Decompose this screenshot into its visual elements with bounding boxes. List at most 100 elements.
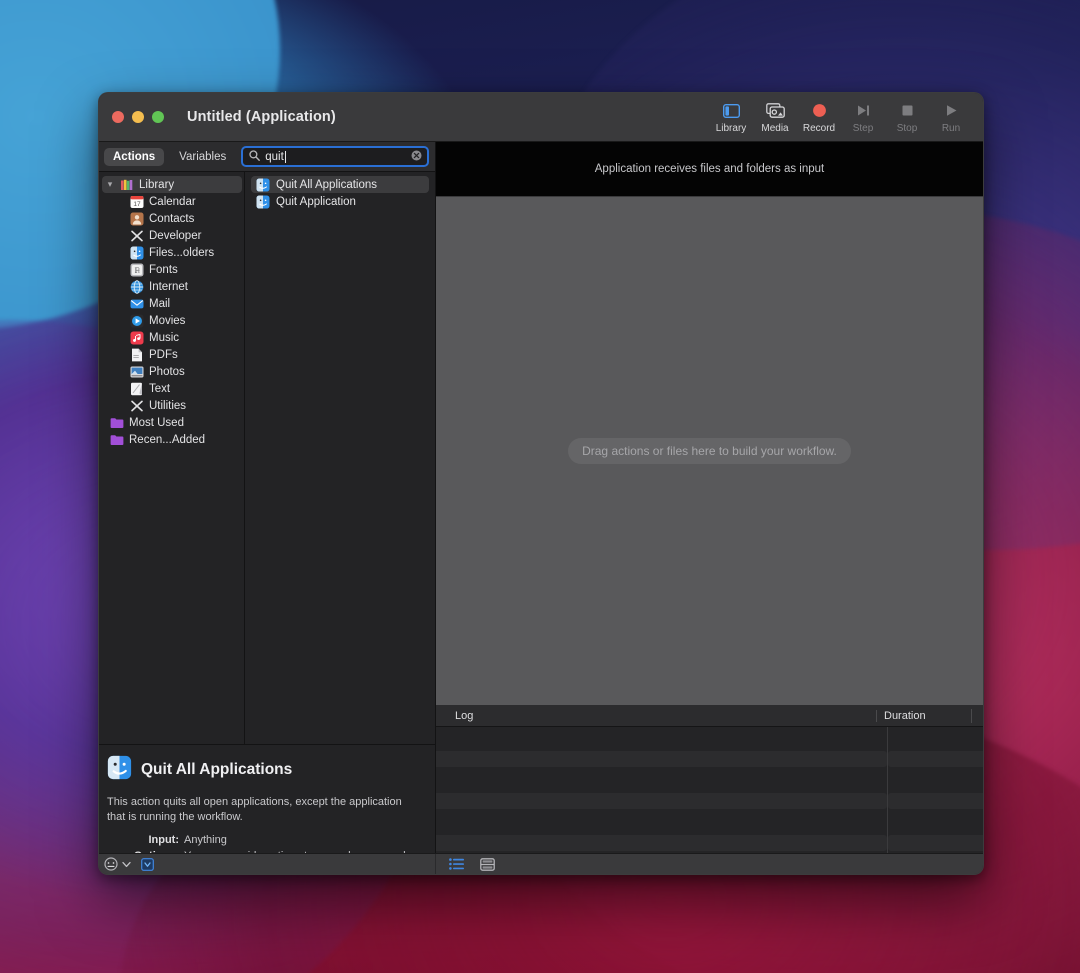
- log-pane: Log Duration: [436, 705, 983, 853]
- search-icon: [249, 148, 261, 166]
- step-icon: [856, 101, 871, 120]
- internet-icon: [130, 279, 144, 294]
- finder-icon: [256, 178, 270, 192]
- workflow-canvas[interactable]: Drag actions or files here to build your…: [436, 197, 983, 705]
- tree-item-files-and-folders[interactable]: Files...olders: [99, 244, 244, 261]
- log-column-resizer[interactable]: [971, 708, 983, 723]
- tree-item-mail[interactable]: Mail: [99, 295, 244, 312]
- tree-item-fonts[interactable]: F f Fonts: [99, 261, 244, 278]
- svg-text:17: 17: [133, 201, 141, 208]
- toolbar-label-media: Media: [761, 123, 789, 134]
- close-button[interactable]: [112, 111, 124, 123]
- chevron-down-icon[interactable]: ▾: [105, 179, 115, 190]
- log-list-icon[interactable]: [449, 858, 464, 870]
- purple-folder-icon: [110, 433, 124, 447]
- tree-item-utilities[interactable]: Utilities: [99, 397, 244, 414]
- description-body: This action quits all open applications,…: [107, 795, 423, 853]
- log-column-divider: [887, 727, 888, 853]
- run-icon: [945, 101, 958, 120]
- library-columns: ▾ Library 17 Calendar Contacts Developer…: [99, 172, 435, 744]
- tree-label-text: Text: [149, 382, 171, 395]
- log-table-header: Log Duration: [436, 705, 983, 727]
- action-description-pane: Quit All Applications This action quits …: [99, 744, 435, 853]
- tree-label-photos: Photos: [149, 365, 185, 378]
- fonts-icon: F f: [130, 263, 144, 277]
- tree-item-most-used[interactable]: Most Used: [99, 414, 244, 431]
- tree-label-mail: Mail: [149, 297, 171, 310]
- status-bar: [99, 853, 983, 874]
- toolbar-button-step[interactable]: Step: [841, 97, 885, 134]
- developer-icon: [130, 229, 144, 243]
- log-table-rows[interactable]: [436, 727, 983, 853]
- stop-icon: [901, 101, 914, 120]
- toolbar-button-media[interactable]: Media: [753, 97, 797, 134]
- window-body: Actions Variables quit ▾ Library 17 Cale…: [99, 142, 983, 853]
- action-item-quit-all-applications[interactable]: Quit All Applications: [251, 176, 429, 193]
- tree-item-library[interactable]: ▾ Library: [102, 176, 242, 193]
- tree-item-pdfs[interactable]: PDFs: [99, 346, 244, 363]
- library-panel-icon: [722, 101, 740, 120]
- library-header: Actions Variables quit: [99, 142, 435, 172]
- search-input-value[interactable]: quit: [265, 150, 406, 163]
- toolbar-label-run: Run: [941, 123, 961, 134]
- split-view-icon[interactable]: [480, 857, 495, 871]
- description-header: Quit All Applications: [107, 755, 423, 785]
- action-menu-icon[interactable]: [104, 857, 118, 871]
- add-variable-icon[interactable]: [141, 857, 154, 871]
- finder-icon: [130, 246, 144, 260]
- mail-icon: [130, 297, 144, 311]
- log-column-header-log[interactable]: Log: [436, 710, 876, 722]
- svg-text:f: f: [138, 268, 140, 275]
- media-icon: [765, 101, 785, 120]
- window-title: Untitled (Application): [187, 109, 336, 125]
- contacts-icon: [130, 212, 144, 226]
- tree-label-calendar: Calendar: [149, 195, 196, 208]
- action-label: Quit All Applications: [276, 178, 378, 191]
- finder-icon: [256, 195, 270, 209]
- tree-label-recently-added: Recen...Added: [129, 433, 206, 446]
- toolbar-button-stop[interactable]: Stop: [885, 97, 929, 134]
- tree-label-movies: Movies: [149, 314, 186, 327]
- workflow-drop-hint: Drag actions or files here to build your…: [568, 438, 851, 464]
- chevron-down-icon[interactable]: [122, 861, 131, 868]
- zoom-button[interactable]: [152, 111, 164, 123]
- toolbar-button-run[interactable]: Run: [929, 97, 973, 134]
- table-row[interactable]: [436, 727, 983, 748]
- tab-variables[interactable]: Variables: [170, 148, 235, 166]
- search-field[interactable]: quit: [241, 146, 429, 167]
- workflow-pane: Application receives files and folders a…: [436, 142, 983, 853]
- tree-item-recently-added[interactable]: Recen...Added: [99, 431, 244, 448]
- tree-item-internet[interactable]: Internet: [99, 278, 244, 295]
- workflow-input-text: Application receives files and folders a…: [594, 163, 825, 175]
- table-row[interactable]: [436, 811, 983, 832]
- tree-label-library: Library: [139, 178, 175, 191]
- tree-item-music[interactable]: Music: [99, 329, 244, 346]
- tree-item-photos[interactable]: Photos: [99, 363, 244, 380]
- minimize-button[interactable]: [132, 111, 144, 123]
- description-text: This action quits all open applications,…: [107, 796, 402, 823]
- tree-label-files-and-folders: Files...olders: [149, 246, 215, 259]
- action-item-quit-application[interactable]: Quit Application: [251, 193, 429, 210]
- log-column-header-duration[interactable]: Duration: [876, 709, 971, 722]
- tree-item-movies[interactable]: Movies: [99, 312, 244, 329]
- text-caret: [284, 150, 286, 163]
- clear-circle-icon[interactable]: [411, 148, 422, 166]
- tree-item-text[interactable]: Text: [99, 380, 244, 397]
- toolbar-button-library[interactable]: Library: [709, 97, 753, 134]
- status-bar-left: [99, 854, 436, 874]
- tree-item-contacts[interactable]: Contacts: [99, 210, 244, 227]
- table-row[interactable]: [436, 769, 983, 790]
- table-row[interactable]: [436, 790, 983, 811]
- toolbar-button-record[interactable]: Record: [797, 97, 841, 134]
- traffic-lights: [99, 111, 164, 123]
- library-tree: ▾ Library 17 Calendar Contacts Developer…: [99, 172, 245, 744]
- table-row[interactable]: [436, 832, 983, 853]
- tree-item-developer[interactable]: Developer: [99, 227, 244, 244]
- table-row[interactable]: [436, 748, 983, 769]
- tab-actions[interactable]: Actions: [104, 147, 165, 166]
- description-field-input: Input: Anything: [107, 833, 423, 848]
- workflow-input-bar[interactable]: Application receives files and folders a…: [436, 142, 983, 197]
- tree-label-fonts: Fonts: [149, 263, 178, 276]
- tree-label-utilities: Utilities: [149, 399, 187, 412]
- tree-item-calendar[interactable]: 17 Calendar: [99, 193, 244, 210]
